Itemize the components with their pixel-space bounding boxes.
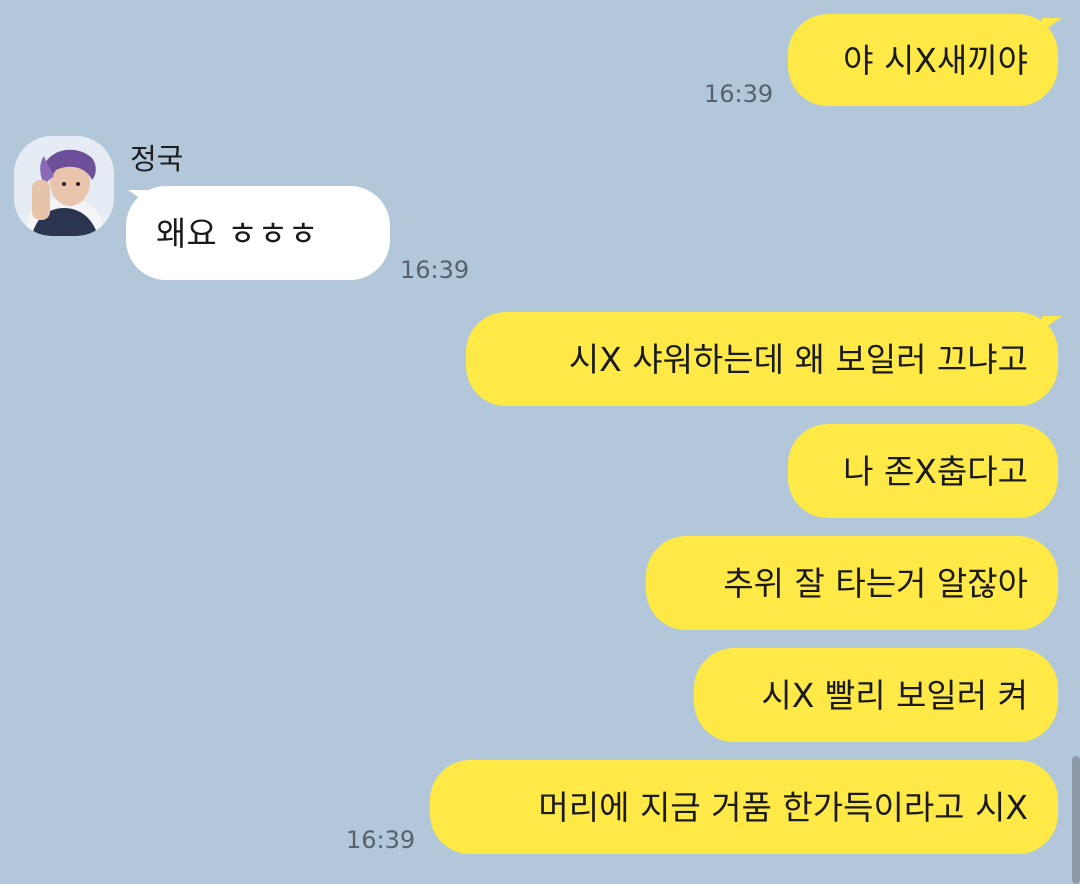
message-bubble[interactable]: 왜요 ㅎㅎㅎ [126,186,390,280]
message-text: 왜요 ㅎㅎㅎ [156,213,319,253]
message-bubble[interactable]: 나 존X춥다고 [788,424,1058,518]
message-bubble[interactable]: 야 시X새끼야 [788,14,1058,106]
bubble-tail [1042,18,1062,32]
bubble-tail [1042,316,1062,330]
message-text: 시X 빨리 보일러 켜 [761,675,1028,715]
message-bubble[interactable]: 추위 잘 타는거 알잖아 [646,536,1058,630]
chat-window: 야 시X새끼야 16:39 정국 왜요 ㅎㅎㅎ 16:39 시X 샤워하는데 왜… [0,0,1080,884]
contact-name: 정국 [130,142,184,176]
message-text: 야 시X새끼야 [843,40,1028,80]
message-text: 추위 잘 타는거 알잖아 [723,563,1028,603]
message-time: 16:39 [346,826,416,854]
scrollbar[interactable] [1072,756,1080,884]
message-time: 16:39 [704,80,774,108]
profile-photo-avatar-icon [14,136,114,236]
contact-avatar[interactable] [14,136,114,236]
message-bubble[interactable]: 머리에 지금 거품 한가득이라고 시X [430,760,1058,854]
message-bubble[interactable]: 시X 샤워하는데 왜 보일러 끄냐고 [466,312,1058,406]
message-time: 16:39 [400,256,470,284]
message-text: 시X 샤워하는데 왜 보일러 끄냐고 [568,339,1028,379]
message-bubble[interactable]: 시X 빨리 보일러 켜 [694,648,1058,742]
message-text: 나 존X춥다고 [843,451,1028,491]
message-text: 머리에 지금 거품 한가득이라고 시X [538,787,1028,827]
